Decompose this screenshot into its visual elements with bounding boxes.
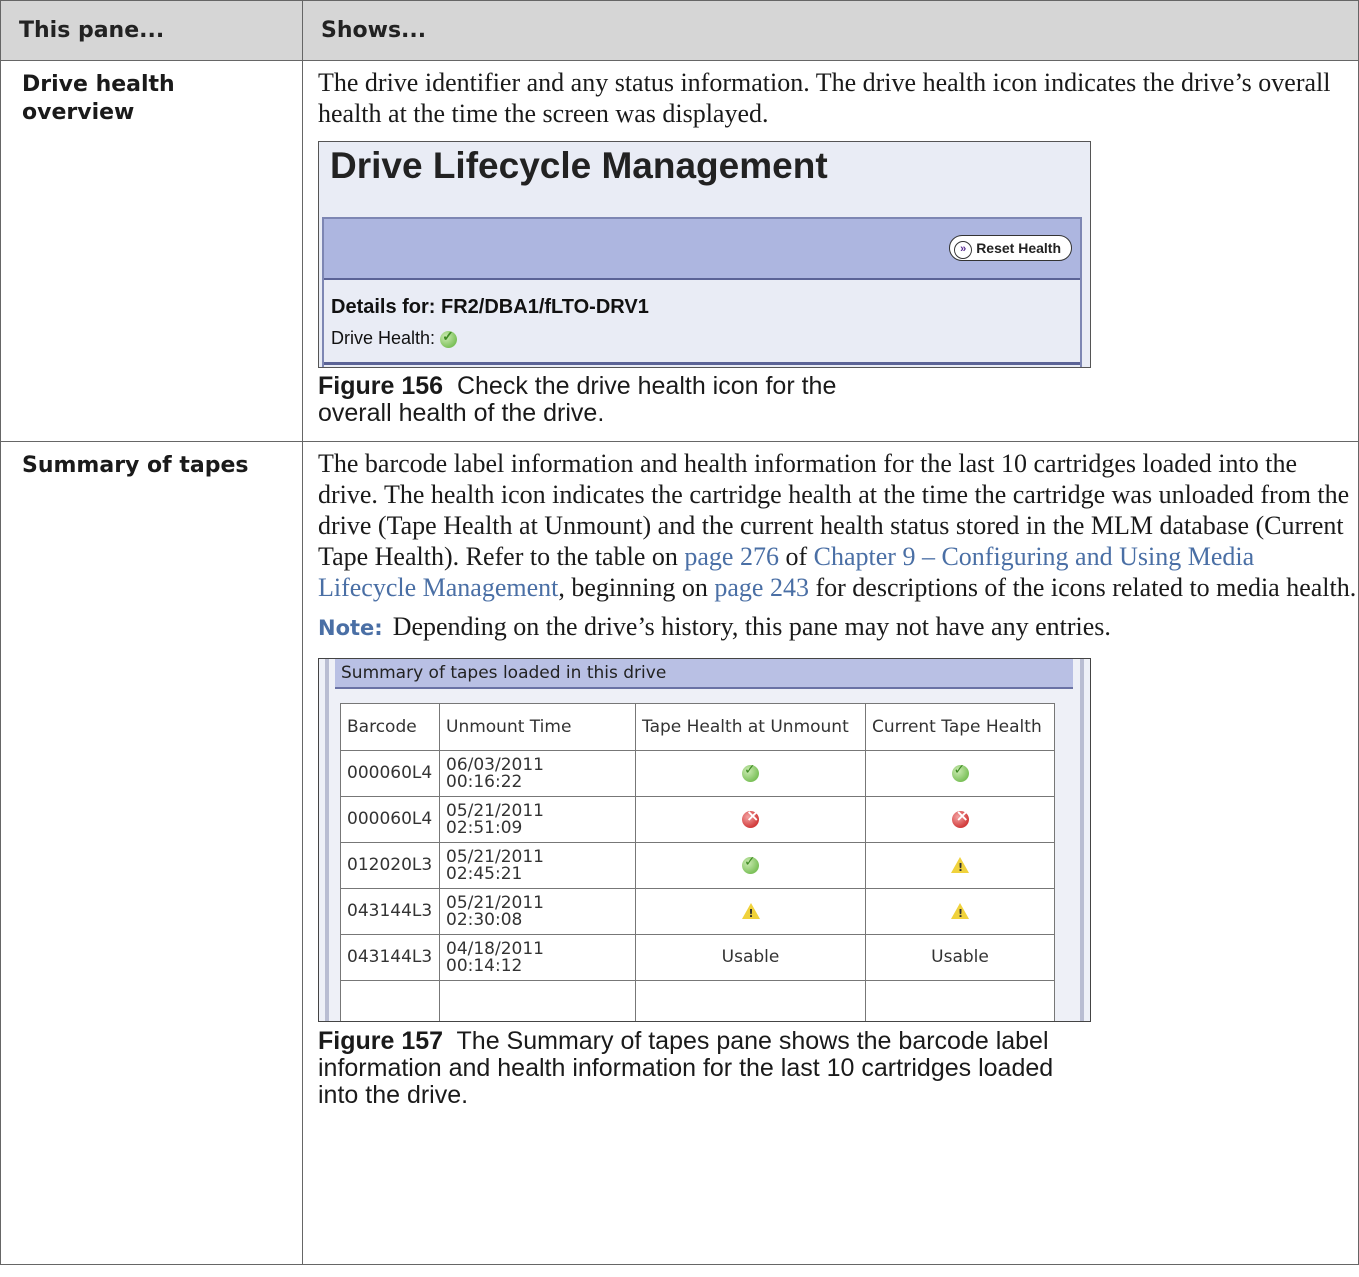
health-unmount-cell xyxy=(635,796,866,843)
table-row: 012020L3 05/21/2011 02:45:21 xyxy=(340,842,1055,889)
table-row: 043144L3 04/18/2011 00:14:12 Usable Usabl… xyxy=(340,934,1055,981)
health-unmount-cell xyxy=(635,750,866,797)
description-text: for descriptions of the icons related to… xyxy=(808,573,1357,602)
screenshot-toolbar: » Reset Health xyxy=(324,219,1080,280)
health-warning-icon xyxy=(951,857,969,876)
drive-health-label: Drive Health: xyxy=(331,328,436,348)
tapes-table: Barcode Unmount Time Tape Health at Unmo… xyxy=(340,703,1055,1021)
divider xyxy=(324,362,1080,365)
screenshot-panel: » Reset Health Details for: FR2/DBA1/fLTO… xyxy=(322,217,1082,367)
description-text: , beginning on xyxy=(558,573,715,602)
health-unmount-cell xyxy=(635,980,866,1021)
column-current-tape-health: Current Tape Health xyxy=(865,703,1055,751)
barcode-cell: 043144L3 xyxy=(340,934,440,981)
reset-health-button[interactable]: » Reset Health xyxy=(949,235,1072,261)
pane-description-cell: The drive identifier and any status info… xyxy=(302,60,1359,442)
pane-name: Summary of tapes xyxy=(0,441,303,1265)
barcode-cell xyxy=(340,980,440,1021)
barcode-cell: 012020L3 xyxy=(340,842,440,889)
pane-description: The drive identifier and any status info… xyxy=(318,68,1331,128)
figure-number: Figure 156 xyxy=(318,372,444,400)
unmount-time-cell: 05/21/2011 02:30:08 xyxy=(439,888,636,935)
pane-name: Drive health overview xyxy=(0,60,303,442)
drive-lifecycle-screenshot: Drive Lifecycle Management » Reset Health… xyxy=(318,141,1091,368)
unmount-time: 02:30:08 xyxy=(446,909,523,930)
health-unmount-cell xyxy=(635,888,866,935)
frame-edge xyxy=(1080,659,1084,1021)
unmount-time: 02:45:21 xyxy=(446,863,523,884)
table-row-summary-of-tapes: Summary of tapes The barcode label infor… xyxy=(0,441,1359,1265)
description-text: of xyxy=(778,542,814,571)
summary-of-tapes-screenshot: Summary of tapes loaded in this drive Ba… xyxy=(318,658,1091,1022)
health-unmount-cell: Usable xyxy=(635,934,866,981)
figure-caption: Figure 157 The Summary of tapes pane sho… xyxy=(318,1028,1078,1109)
frame-edge xyxy=(325,659,329,1021)
table-row xyxy=(340,980,1055,1021)
health-bad-icon xyxy=(951,807,969,828)
table-row: 000060L4 06/03/2011 00:16:22 xyxy=(340,750,1055,797)
health-good-icon xyxy=(742,762,759,782)
current-health-cell xyxy=(865,750,1055,797)
barcode-cell: 043144L3 xyxy=(340,888,440,935)
column-barcode: Barcode xyxy=(340,703,440,751)
health-warning-icon xyxy=(741,903,760,922)
table-row: 043144L3 05/21/2011 02:30:08 xyxy=(340,888,1055,935)
drive-details-label: Details for: FR2/DBA1/fLTO-DRV1 xyxy=(331,296,649,318)
unmount-time-cell: 04/18/2011 00:14:12 xyxy=(439,934,636,981)
screenshot-title: Drive Lifecycle Management xyxy=(330,145,828,186)
unmount-time-cell xyxy=(439,980,636,1021)
unmount-time: 00:16:22 xyxy=(446,771,523,792)
current-health-cell xyxy=(865,796,1055,843)
note-label: Note: xyxy=(318,616,383,640)
barcode-cell: 000060L4 xyxy=(340,750,440,797)
table-row-drive-health: Drive health overview The drive identifi… xyxy=(0,60,1359,442)
column-header-shows: Shows... xyxy=(302,0,1359,61)
summary-header: Summary of tapes loaded in this drive xyxy=(335,659,1073,689)
current-health-cell: Usable xyxy=(865,934,1055,981)
pane-description-cell: The barcode label information and health… xyxy=(302,441,1359,1265)
figure-number: Figure 157 xyxy=(318,1027,444,1055)
health-good-icon xyxy=(440,328,458,348)
current-health-cell xyxy=(865,980,1055,1021)
current-health-cell xyxy=(865,888,1055,935)
tapes-table-header: Barcode Unmount Time Tape Health at Unmo… xyxy=(340,703,1055,751)
document-table: This pane... Shows... Drive health overv… xyxy=(0,0,1359,1265)
page-link[interactable]: page 243 xyxy=(714,573,809,602)
health-unmount-cell xyxy=(635,842,866,889)
table-row: 000060L4 05/21/2011 02:51:09 xyxy=(340,796,1055,843)
pane-description: The barcode label information and health… xyxy=(318,448,1358,603)
note: Note: Depending on the drive’s history, t… xyxy=(318,611,1358,644)
column-header-pane: This pane... xyxy=(0,0,303,61)
reset-health-label: Reset Health xyxy=(976,240,1061,256)
column-unmount-time: Unmount Time xyxy=(439,703,636,751)
barcode-cell: 000060L4 xyxy=(340,796,440,843)
health-good-icon xyxy=(951,762,969,782)
unmount-time-cell: 05/21/2011 02:51:09 xyxy=(439,796,636,843)
table-header-row: This pane... Shows... xyxy=(0,0,1359,61)
unmount-time: 02:51:09 xyxy=(446,817,523,838)
pane-name-text: Drive health overview xyxy=(22,72,175,125)
pane-name-text: Summary of tapes xyxy=(22,453,249,478)
note-text: Depending on the drive’s history, this p… xyxy=(392,612,1111,641)
figure-caption: Figure 156 Check the drive health icon f… xyxy=(318,373,878,427)
health-bad-icon xyxy=(742,807,759,828)
unmount-time-cell: 05/21/2011 02:45:21 xyxy=(439,842,636,889)
health-good-icon xyxy=(742,854,759,874)
health-warning-icon xyxy=(951,903,969,922)
column-tape-health-unmount: Tape Health at Unmount xyxy=(635,703,866,751)
current-health-cell xyxy=(865,842,1055,889)
drive-health-row: Drive Health: xyxy=(331,328,458,349)
page-link[interactable]: page 276 xyxy=(684,542,779,571)
chevron-right-icon: » xyxy=(954,241,973,259)
unmount-time-cell: 06/03/2011 00:16:22 xyxy=(439,750,636,797)
unmount-time: 00:14:12 xyxy=(446,955,523,976)
